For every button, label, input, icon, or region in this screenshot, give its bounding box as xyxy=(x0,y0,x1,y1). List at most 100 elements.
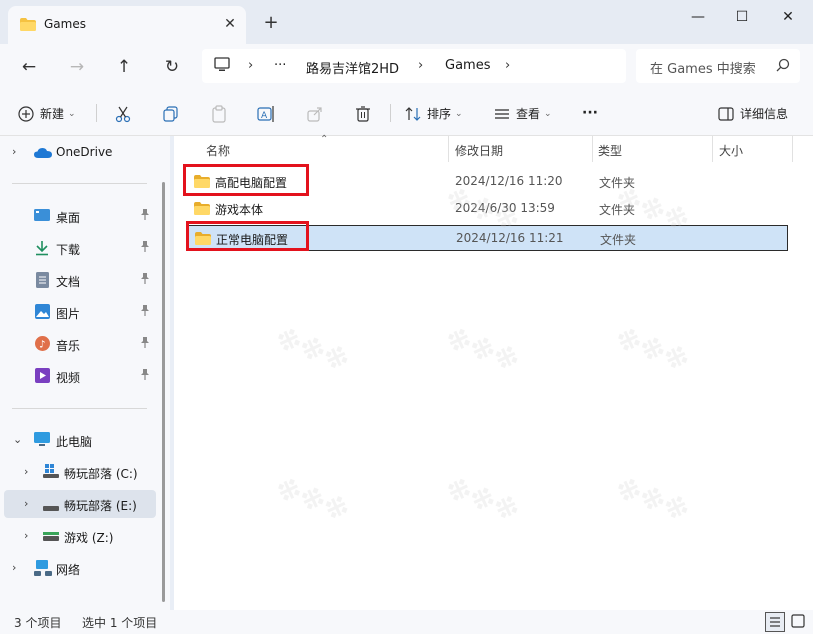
sidebar-item-downloads[interactable]: 下载 xyxy=(0,234,160,262)
close-tab-icon[interactable]: ✕ xyxy=(220,14,240,34)
column-divider[interactable] xyxy=(792,136,793,162)
selected-count: 选中 1 个项目 xyxy=(82,616,158,630)
computer-icon xyxy=(34,432,50,450)
details-pane-button[interactable]: 详细信息 xyxy=(718,100,788,126)
pin-icon[interactable] xyxy=(140,337,150,352)
minimize-button[interactable]: — xyxy=(676,4,720,30)
pin-icon[interactable] xyxy=(140,369,150,384)
sidebar-item-label: 游戏 (Z:) xyxy=(64,531,114,545)
document-icon xyxy=(36,272,49,291)
navigation-pane: › OneDrive 桌面 下载 文档 图片 ♪ 音乐 视频 ⌄ 此电脑 › 畅… xyxy=(0,136,170,610)
chevron-right-icon: › xyxy=(248,58,254,73)
file-name: 游戏本体 xyxy=(215,203,264,217)
column-header-name[interactable]: 名称 xyxy=(206,142,230,159)
chevron-right-icon: › xyxy=(418,58,424,73)
refresh-icon[interactable]: ↻ xyxy=(157,52,187,82)
chevron-right-icon: › xyxy=(24,497,29,510)
command-bar: 新建 ⌄ A 排序 ⌄ 查看 ⌄ ··· 详细信息 xyxy=(0,90,813,136)
sidebar-scrollbar[interactable] xyxy=(162,182,165,602)
pin-icon[interactable] xyxy=(140,273,150,288)
pin-icon[interactable] xyxy=(140,241,150,256)
svg-text:A: A xyxy=(261,111,268,121)
paste-button[interactable] xyxy=(210,100,228,126)
desktop-icon xyxy=(34,208,50,225)
sidebar-item-drive-e[interactable]: › 畅玩部落 (E:) xyxy=(4,490,156,518)
status-bar: 3 个项目 选中 1 个项目 xyxy=(0,610,813,634)
sidebar-item-desktop[interactable]: 桌面 xyxy=(0,202,160,230)
tab-games[interactable]: Games ✕ xyxy=(8,6,246,44)
pin-icon[interactable] xyxy=(140,305,150,320)
chevron-right-icon: › xyxy=(24,465,29,478)
sidebar-item-drive-c[interactable]: › 畅玩部落 (C:) xyxy=(0,458,160,486)
file-type: 文件夹 xyxy=(599,176,636,190)
sidebar-item-music[interactable]: ♪ 音乐 xyxy=(0,330,160,358)
sort-label: 排序 xyxy=(427,106,452,121)
highlight-box xyxy=(183,164,309,196)
watermark: ※※※ xyxy=(611,323,693,379)
folder-icon xyxy=(194,202,210,218)
breadcrumb-item[interactable]: Games xyxy=(445,58,490,73)
new-tab-button[interactable]: + xyxy=(260,12,282,34)
copy-button[interactable] xyxy=(162,100,180,126)
chevron-down-icon: ⌄ xyxy=(544,108,552,119)
drive-icon xyxy=(43,501,59,515)
tiles-view-button[interactable] xyxy=(789,612,809,632)
divider xyxy=(12,408,147,409)
breadcrumb-item[interactable]: 路易吉洋馆2HD xyxy=(306,58,399,77)
download-icon xyxy=(35,240,49,259)
divider xyxy=(96,104,97,122)
sidebar-item-videos[interactable]: 视频 xyxy=(0,362,160,390)
rename-button[interactable]: A xyxy=(257,100,275,126)
watermark: ※※※ xyxy=(611,473,693,529)
sidebar-item-label: 下载 xyxy=(56,243,81,257)
sidebar-item-label: OneDrive xyxy=(56,145,113,159)
back-arrow-icon[interactable]: ← xyxy=(14,52,44,82)
svg-text:♪: ♪ xyxy=(39,340,45,351)
column-header-size[interactable]: 大小 xyxy=(719,142,743,159)
list-view-icon xyxy=(770,617,780,627)
close-window-button[interactable]: ✕ xyxy=(766,4,810,30)
sidebar-item-this-pc[interactable]: ⌄ 此电脑 xyxy=(0,426,160,454)
sidebar-item-onedrive[interactable]: › OneDrive xyxy=(0,138,160,166)
sidebar-item-label: 音乐 xyxy=(56,339,81,353)
sidebar-item-documents[interactable]: 文档 xyxy=(0,266,160,294)
search-box[interactable]: 在 Games 中搜索 xyxy=(636,49,800,83)
title-bar: Games ✕ + — ☐ ✕ xyxy=(0,0,813,44)
sidebar-item-network[interactable]: › 网络 xyxy=(0,554,160,582)
cut-button[interactable] xyxy=(114,100,132,126)
details-pane-icon xyxy=(718,106,734,121)
more-options-button[interactable]: ··· xyxy=(582,100,598,126)
chevron-right-icon: › xyxy=(12,561,17,574)
search-input[interactable]: 在 Games 中搜索 xyxy=(650,58,756,77)
sidebar-item-pictures[interactable]: 图片 xyxy=(0,298,160,326)
sidebar-item-label: 视频 xyxy=(56,371,81,385)
column-divider[interactable] xyxy=(592,136,593,162)
network-drive-icon xyxy=(43,531,59,545)
breadcrumb-overflow[interactable]: ··· xyxy=(274,58,286,73)
pin-icon[interactable] xyxy=(140,209,150,224)
file-type: 文件夹 xyxy=(600,233,637,247)
divider xyxy=(12,183,147,184)
column-header-date[interactable]: 修改日期 xyxy=(455,142,503,159)
watermark: ※※※ xyxy=(441,323,523,379)
column-header-type[interactable]: 类型 xyxy=(598,142,622,159)
delete-button[interactable] xyxy=(354,100,372,126)
sort-button[interactable]: 排序 ⌄ xyxy=(405,100,463,126)
network-icon xyxy=(34,560,52,579)
table-row[interactable]: 游戏本体 2024/6/30 13:59 文件夹 xyxy=(188,196,788,222)
scissors-icon xyxy=(115,106,131,122)
view-button[interactable]: 查看 ⌄ xyxy=(494,100,552,126)
chevron-right-icon: › xyxy=(12,145,17,158)
address-bar[interactable]: › ··· 路易吉洋馆2HD › Games › xyxy=(202,49,626,83)
maximize-button[interactable]: ☐ xyxy=(720,4,764,30)
up-arrow-icon[interactable]: ↑ xyxy=(109,52,139,82)
copy-icon xyxy=(163,105,178,122)
share-button[interactable] xyxy=(306,100,324,126)
column-divider[interactable] xyxy=(448,136,449,162)
details-view-button[interactable] xyxy=(765,612,785,632)
sidebar-item-drive-z[interactable]: › 游戏 (Z:) xyxy=(0,522,160,550)
new-button[interactable]: 新建 ⌄ xyxy=(18,100,76,126)
column-divider[interactable] xyxy=(712,136,713,162)
sort-icon xyxy=(405,106,421,121)
forward-arrow-icon[interactable]: → xyxy=(62,52,92,82)
